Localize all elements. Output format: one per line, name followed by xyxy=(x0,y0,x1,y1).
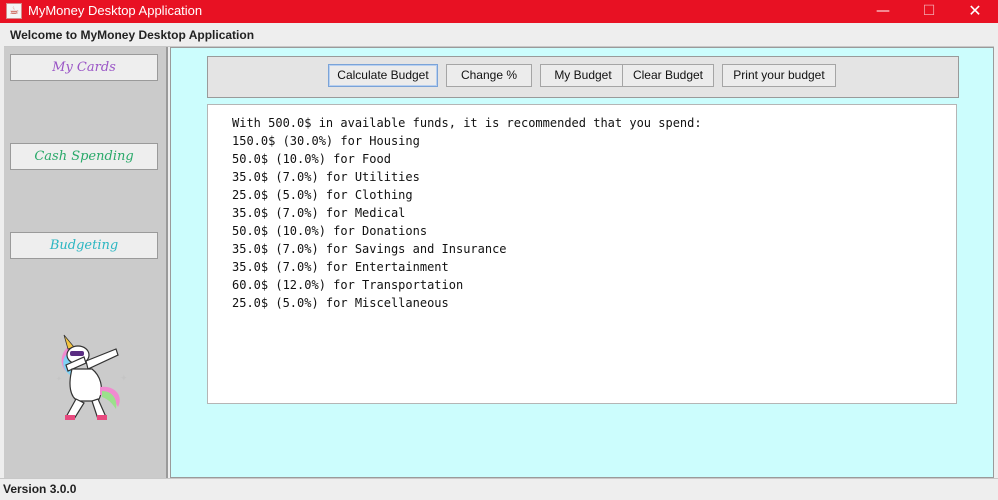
app-window: ☕ MyMoney Desktop Application — ☐ ✕ Welc… xyxy=(0,0,998,500)
cash-spending-button[interactable]: Cash Spending xyxy=(10,143,158,170)
budget-line: 25.0$ (5.0%) for Miscellaneous xyxy=(232,296,449,310)
maximize-button[interactable]: ☐ xyxy=(906,0,952,23)
title-bar[interactable]: ☕ MyMoney Desktop Application — ☐ ✕ xyxy=(0,0,998,23)
print-budget-button[interactable]: Print your budget xyxy=(722,64,836,87)
main-panel: Calculate Budget Change % My Budget Clea… xyxy=(170,47,994,478)
close-button[interactable]: ✕ xyxy=(952,0,998,23)
svg-text:✦: ✦ xyxy=(56,375,62,383)
maximize-icon: ☐ xyxy=(922,3,936,19)
close-icon: ✕ xyxy=(968,1,982,20)
budget-line: 150.0$ (30.0%) for Housing xyxy=(232,134,420,148)
sidebar: My Cards Cash Spending Budgeting ✦ ✦ xyxy=(4,47,168,478)
budget-line: 35.0$ (7.0%) for Medical xyxy=(232,206,406,220)
calculate-budget-button[interactable]: Calculate Budget xyxy=(328,64,438,87)
budget-toolbar: Calculate Budget Change % My Budget Clea… xyxy=(207,56,959,98)
svg-text:✦: ✦ xyxy=(120,374,128,384)
my-cards-button[interactable]: My Cards xyxy=(10,54,158,81)
budget-output-area[interactable]: With 500.0$ in available funds, it is re… xyxy=(207,104,957,404)
window-title: MyMoney Desktop Application xyxy=(28,3,203,18)
budget-line: 50.0$ (10.0%) for Donations xyxy=(232,224,428,238)
budget-line: 35.0$ (7.0%) for Utilities xyxy=(232,170,420,184)
version-label: Version 3.0.0 xyxy=(3,482,77,496)
minimize-icon: — xyxy=(876,3,890,19)
budget-line: 60.0$ (12.0%) for Transportation xyxy=(232,278,464,292)
budgeting-button[interactable]: Budgeting xyxy=(10,232,158,259)
budget-line: 35.0$ (7.0%) for Savings and Insurance xyxy=(232,242,507,256)
java-app-icon: ☕ xyxy=(6,3,22,19)
budget-intro-line: With 500.0$ in available funds, it is re… xyxy=(232,116,702,130)
minimize-button[interactable]: — xyxy=(860,0,906,23)
welcome-text: Welcome to MyMoney Desktop Application xyxy=(10,28,255,42)
status-bar: Version 3.0.0 xyxy=(0,478,998,500)
clear-budget-button[interactable]: Clear Budget xyxy=(622,64,714,87)
dabbing-unicorn-image: ✦ ✦ xyxy=(56,334,128,420)
welcome-header: Welcome to MyMoney Desktop Application xyxy=(4,24,994,47)
my-budget-button[interactable]: My Budget xyxy=(540,64,626,87)
budget-line: 35.0$ (7.0%) for Entertainment xyxy=(232,260,449,274)
budget-line: 50.0$ (10.0%) for Food xyxy=(232,152,391,166)
budget-line: 25.0$ (5.0%) for Clothing xyxy=(232,188,413,202)
change-percent-button[interactable]: Change % xyxy=(446,64,532,87)
